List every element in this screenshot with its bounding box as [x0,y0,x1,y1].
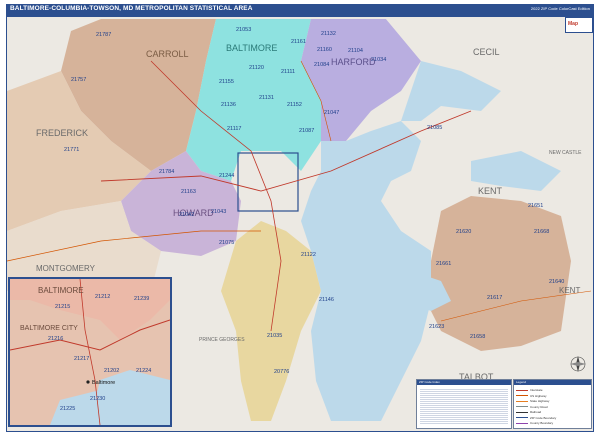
zip-code-label: 21239 [134,296,149,302]
key-swatch [516,417,528,419]
zip-code-label: 21075 [219,240,234,246]
zip-code-label: 21104 [348,48,363,54]
compass-rose-icon [570,356,586,372]
zip-code-label: 21146 [319,297,334,303]
zip-code-label: 21225 [60,406,75,412]
baltimore-city-name: Baltimore [92,380,115,386]
key-swatch [516,422,528,424]
zip-code-label: 21161 [291,39,306,45]
key-header: Legend [514,380,591,385]
zip-code-label: 21202 [104,368,119,374]
key-item: State Highway [516,399,549,403]
zip-code-label: 21087 [299,128,314,134]
zip-code-label: 21120 [249,65,264,71]
map-key: Legend Interstate US Highway State Highway… [513,379,592,429]
zip-code-label: 21043 [211,209,226,215]
key-swatch [516,389,528,391]
zip-code-label: 21620 [456,229,471,235]
key-item: County Road [516,405,548,409]
county-label-frederick: FREDERICK [36,128,88,138]
zip-code-label: 20776 [274,369,289,375]
zip-code-label: 21623 [429,324,444,330]
title-bar: BALTIMORE-COLUMBIA-TOWSON, MD METROPOLIT… [6,4,594,16]
key-label: US Highway [530,393,547,398]
key-swatch [516,406,528,408]
county-label-carroll: CARROLL [146,49,189,59]
zip-code-label: 21651 [528,203,543,209]
zip-code-label: 21111 [281,69,295,75]
zip-code-label: 21155 [219,79,234,85]
key-label: County Road [530,404,548,409]
key-item: County Boundary [516,421,553,425]
zip-code-label: 21212 [95,294,110,300]
key-item: ZIP Code Boundary [516,416,556,420]
inset-map[interactable]: BALTIMORE BALTIMORE CITY Baltimore 21212… [8,277,172,427]
county-label-kent-de: KENT [559,286,580,295]
zip-index-list [420,388,508,425]
zip-code-label: 21131 [259,95,274,101]
key-swatch [516,400,528,402]
zip-code-label: 21117 [227,126,241,132]
inset-city-label: BALTIMORE CITY [20,325,78,332]
map-logo: Map [565,17,593,33]
zip-code-label: 21152 [287,102,302,108]
zip-code-label: 21136 [221,102,236,108]
zip-code-label: 21661 [436,261,451,267]
county-label-harford: HARFORD [331,57,376,67]
zip-code-label: 21658 [470,334,485,340]
zip-code-label: 21617 [487,295,502,301]
key-label: State Highway [530,399,550,403]
key-label: County Boundary [530,421,554,425]
zip-code-label: 21132 [321,31,336,37]
key-label: ZIP Code Boundary [530,415,557,420]
zip-code-label: 21084 [314,62,329,68]
zip-code-label: 21215 [55,304,70,310]
county-label-prince-georges: PRINCE GEORGES [199,337,245,343]
zip-code-label: 21224 [136,368,151,374]
key-label: Railroad [530,410,542,414]
zip-code-label: 21640 [549,279,564,285]
zip-code-label: 21042 [179,212,194,218]
baltimore-city-marker [86,380,90,384]
zip-code-label: 21163 [181,189,196,195]
zip-code-label: 21668 [534,229,549,235]
zip-code-label: 21047 [324,110,339,116]
zip-code-label: 21784 [159,169,174,175]
county-label-new-castle: NEW CASTLE [549,150,582,156]
zip-code-label: 21160 [317,47,332,53]
zip-code-label: 21757 [71,77,86,83]
key-swatch [516,411,528,413]
key-item: US Highway [516,394,547,398]
zip-index-legend: ZIP Code Index [416,379,512,429]
inset-county-label: BALTIMORE [38,286,84,295]
inset-canvas: BALTIMORE BALTIMORE CITY Baltimore 21212… [10,279,170,425]
key-label: Interstate [530,388,543,392]
zip-code-label: 21034 [371,57,386,63]
zip-code-label: 21230 [90,396,105,402]
map-title: BALTIMORE-COLUMBIA-TOWSON, MD METROPOLIT… [10,5,253,12]
edition-label: 2022 ZIP Code ColorCast Edition [530,6,590,11]
zip-code-label: 21244 [219,173,234,179]
zip-code-label: 21035 [267,333,282,339]
legend-header: ZIP Code Index [417,380,511,385]
zip-code-label: 21122 [301,252,316,258]
county-label-cecil: CECIL [473,47,500,57]
zip-code-label: 21085 [427,125,442,131]
zip-code-label: 21217 [74,356,89,362]
logo-text: Map [568,21,578,27]
zip-code-label: 21053 [236,27,251,33]
zip-code-label: 21787 [96,32,111,38]
county-label-baltimore: BALTIMORE [226,43,277,53]
key-item: Interstate [516,388,543,392]
zip-code-label: 21771 [64,147,79,153]
map-frame: BALTIMORE-COLUMBIA-TOWSON, MD METROPOLIT… [0,0,600,435]
key-swatch [516,395,528,397]
key-item: Railroad [516,410,541,414]
eastern-shore-shape [426,196,571,351]
county-label-montgomery: MONTGOMERY [36,264,96,273]
county-label-kent: KENT [478,186,503,196]
zip-code-label: 21216 [48,336,63,342]
